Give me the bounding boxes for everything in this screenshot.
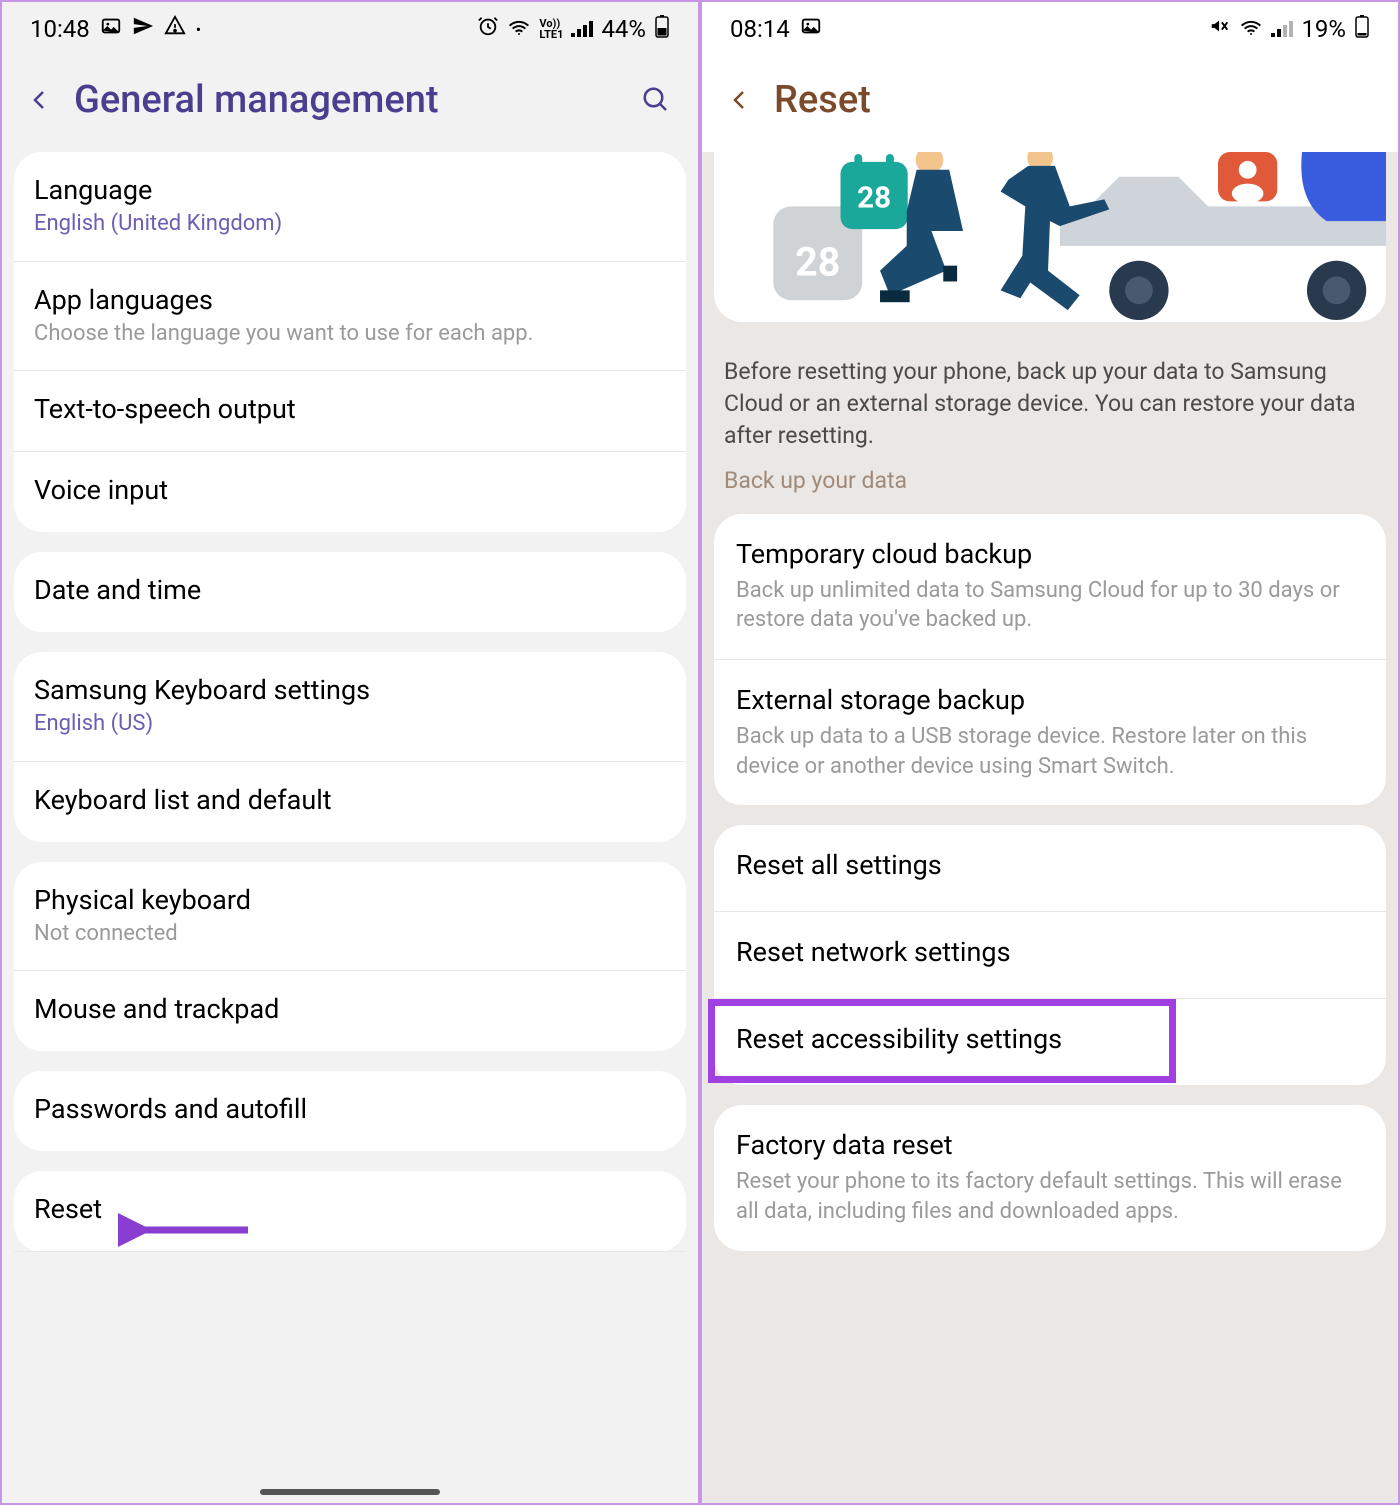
battery-icon (1354, 14, 1370, 44)
battery-percent: 44% (601, 15, 646, 43)
page-title: Reset (774, 78, 1374, 122)
send-icon (132, 15, 154, 43)
reset-illustration: 28 28 (714, 152, 1386, 322)
warning-icon (164, 15, 186, 43)
status-bar: 08:14 19% (702, 2, 1398, 56)
reset-network-settings[interactable]: Reset network settings (714, 912, 1386, 999)
settings-item-app-languages[interactable]: App languages Choose the language you wa… (14, 262, 686, 372)
status-time: 08:14 (730, 15, 790, 43)
phone-right: 08:14 19% Reset 28 (700, 0, 1400, 1505)
arrow-annotation (118, 1208, 258, 1252)
page-title: General management (74, 78, 618, 122)
gesture-bar (260, 1489, 440, 1495)
settings-card-4: Physical keyboard Not connected Mouse an… (14, 862, 686, 1052)
svg-text:28: 28 (857, 181, 891, 215)
factory-card: Factory data reset Reset your phone to i… (714, 1105, 1386, 1250)
settings-card-6: Reset (14, 1171, 686, 1252)
reset-accessibility-settings[interactable]: Reset accessibility settings (714, 999, 1386, 1085)
reset-card: Reset all settings Reset network setting… (714, 825, 1386, 1085)
backup-description: Before resetting your phone, back up you… (702, 336, 1398, 467)
lte-icon: Vo))LTE1 (539, 18, 563, 40)
signal-icon (1271, 15, 1293, 43)
phone-left: 10:48 • Vo))LTE1 44% General management (0, 0, 700, 1505)
backup-card: Temporary cloud backup Back up unlimited… (714, 514, 1386, 806)
status-bar: 10:48 • Vo))LTE1 44% (2, 2, 698, 56)
battery-percent: 19% (1301, 15, 1346, 43)
settings-item-passwords-autofill[interactable]: Passwords and autofill (14, 1071, 686, 1151)
image-icon (100, 15, 122, 43)
image-icon (800, 15, 822, 43)
page-header: General management (2, 56, 698, 152)
wifi-icon (1239, 15, 1263, 43)
settings-item-physical-keyboard[interactable]: Physical keyboard Not connected (14, 862, 686, 972)
svg-text:28: 28 (795, 239, 840, 286)
settings-item-keyboard-list[interactable]: Keyboard list and default (14, 762, 686, 842)
settings-item-tts[interactable]: Text-to-speech output (14, 371, 686, 452)
backup-link[interactable]: Back up your data (702, 467, 1398, 514)
reset-all-settings[interactable]: Reset all settings (714, 825, 1386, 912)
back-button[interactable] (26, 86, 54, 114)
backup-item-temp-cloud[interactable]: Temporary cloud backup Back up unlimited… (714, 514, 1386, 660)
settings-card-3: Samsung Keyboard settings English (US) K… (14, 652, 686, 842)
settings-item-voice-input[interactable]: Voice input (14, 452, 686, 532)
page-header: Reset (702, 56, 1398, 152)
wifi-icon (507, 15, 531, 43)
settings-card-1: Language English (United Kingdom) App la… (14, 152, 686, 532)
settings-card-5: Passwords and autofill (14, 1071, 686, 1151)
mute-icon (1209, 15, 1231, 43)
alarm-icon (477, 15, 499, 43)
settings-item-reset[interactable]: Reset (14, 1171, 686, 1252)
settings-item-date-time[interactable]: Date and time (14, 552, 686, 632)
settings-card-2: Date and time (14, 552, 686, 632)
back-button[interactable] (726, 86, 754, 114)
status-time: 10:48 (30, 15, 90, 43)
backup-item-external[interactable]: External storage backup Back up data to … (714, 660, 1386, 805)
signal-icon (571, 15, 593, 43)
settings-item-mouse-trackpad[interactable]: Mouse and trackpad (14, 971, 686, 1051)
dot-icon: • (196, 20, 201, 39)
settings-item-samsung-keyboard[interactable]: Samsung Keyboard settings English (US) (14, 652, 686, 762)
battery-icon (654, 14, 670, 44)
search-button[interactable] (638, 82, 674, 118)
settings-item-language[interactable]: Language English (United Kingdom) (14, 152, 686, 262)
factory-data-reset[interactable]: Factory data reset Reset your phone to i… (714, 1105, 1386, 1250)
